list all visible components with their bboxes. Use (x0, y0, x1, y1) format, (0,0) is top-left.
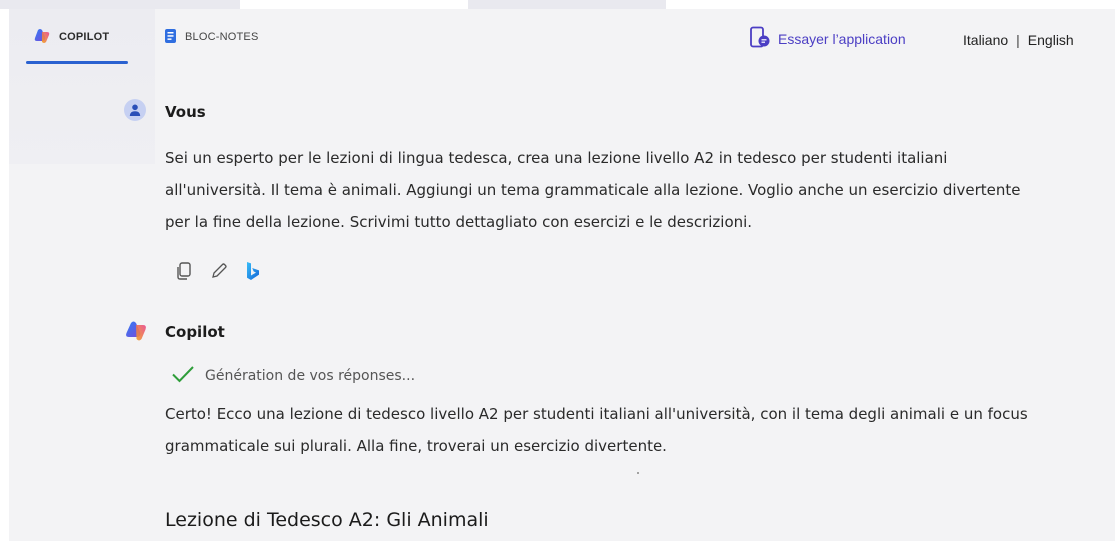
copilot-message-line: grammaticale sui plurali. Alla fine, tro… (165, 437, 667, 455)
tab-bloc-notes-label: BLOC-NOTES (185, 31, 259, 43)
try-app-label: Essayer l’application (778, 30, 906, 47)
user-message-line: per la fine della lezione. Scrivimi tutt… (165, 213, 753, 231)
lesson-heading: Lezione di Tedesco A2: Gli Animali (165, 509, 489, 531)
top-bar-block (0, 0, 240, 9)
user-message-line: all'università. Il tema è animali. Aggiu… (165, 181, 1021, 199)
language-separator: | (1016, 32, 1020, 48)
language-italiano[interactable]: Italiano (963, 32, 1008, 48)
user-message: Sei un esperto per le lezioni di lingua … (165, 142, 1021, 238)
notebook-icon (164, 28, 177, 47)
top-bar-block (468, 0, 666, 9)
language-english[interactable]: English (1028, 32, 1074, 48)
message-actions (176, 261, 260, 281)
copy-icon[interactable] (176, 262, 192, 280)
user-avatar-icon (124, 99, 146, 121)
try-app-link[interactable]: Essayer l’application (749, 26, 906, 51)
bing-icon[interactable] (246, 261, 260, 281)
language-switcher: Italiano | English (963, 32, 1074, 48)
copilot-message: Certo! Ecco una lezione di tedesco livel… (165, 398, 1028, 462)
tab-copilot[interactable]: COPILOT (33, 9, 109, 65)
copilot-avatar-icon (124, 320, 148, 347)
copilot-name: Copilot (165, 323, 225, 341)
tab-copilot-label: COPILOT (59, 31, 110, 43)
edit-icon[interactable] (210, 262, 228, 280)
generation-status-text: Génération de vos réponses... (205, 368, 416, 384)
user-message-line: Sei un esperto per le lezioni di lingua … (165, 149, 948, 167)
copilot-logo-icon (33, 28, 51, 47)
active-tab-indicator (26, 61, 128, 64)
divider-dot (637, 472, 639, 474)
user-name: Vous (165, 103, 206, 121)
phone-app-icon (749, 26, 771, 51)
left-edge (0, 9, 9, 541)
checkmark-icon (171, 365, 195, 387)
header: COPILOT BLOC-NOTES Essayer l’application… (9, 9, 1115, 65)
copilot-message-line: Certo! Ecco una lezione di tedesco livel… (165, 405, 1028, 423)
generation-status: Génération de vos réponses... (171, 365, 415, 387)
tab-bloc-notes[interactable]: BLOC-NOTES (164, 9, 259, 65)
